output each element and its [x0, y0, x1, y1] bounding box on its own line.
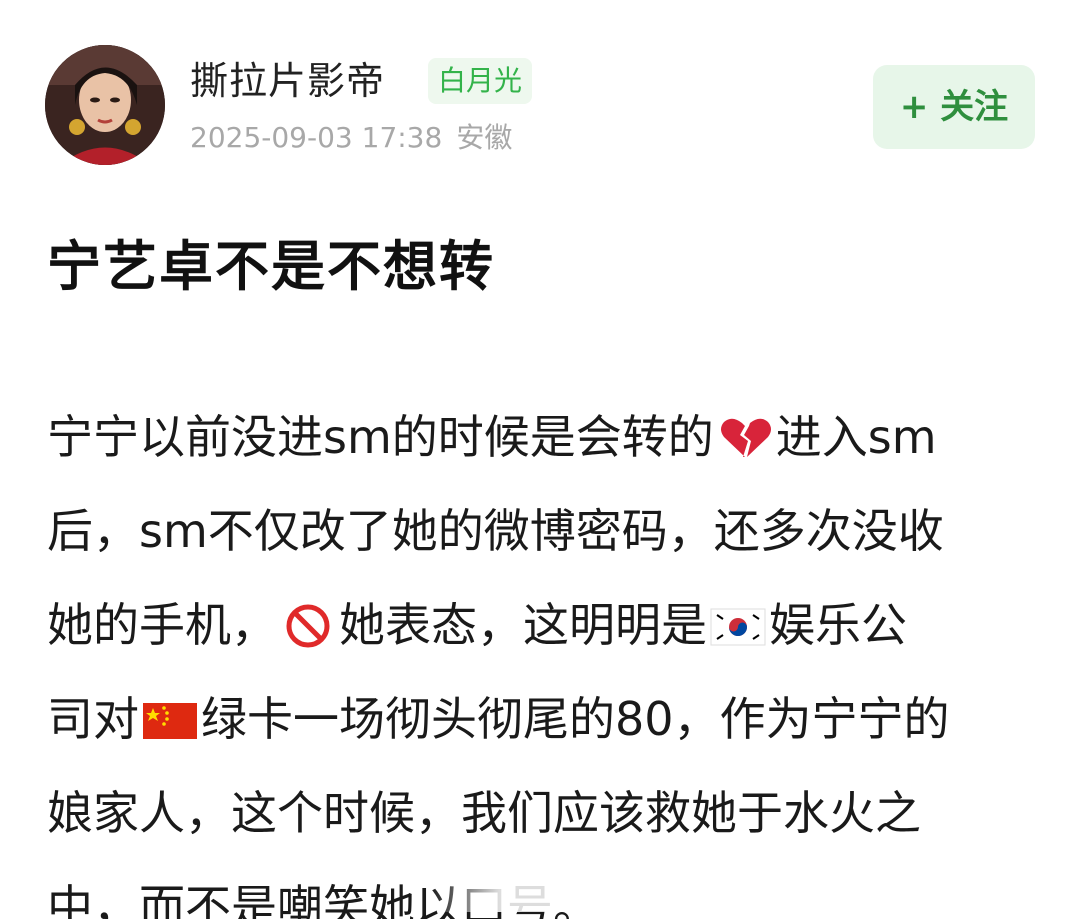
korea-flag-icon [709, 603, 767, 649]
post-meta: 2025-09-03 17:38 安徽 [190, 118, 512, 158]
author-badge: 白月光 [428, 58, 533, 104]
post-timestamp: 2025-09-03 17:38 [190, 121, 443, 154]
body-line-4: 司对 绿卡一场彻头彻尾的80，作为宁宁的 [47, 692, 950, 746]
avatar-photo [45, 45, 165, 165]
body-line-2: 后，sm不仅改了她的微博密码，还多次没收 [47, 504, 944, 558]
body-line-1: 宁宁以前没进sm的时候是会转的 进入sm [47, 410, 937, 464]
post-title: 宁艺卓不是不想转 [47, 235, 495, 298]
broken-heart-icon [716, 415, 774, 461]
follow-button[interactable]: + 关注 [873, 65, 1035, 149]
author-avatar[interactable] [45, 45, 165, 165]
watermark-overlay [430, 872, 660, 912]
body-line-5: 娘家人，这个时候，我们应该救她于水火之 [47, 786, 921, 840]
author-name[interactable]: 撕拉片影帝 [190, 56, 385, 106]
post-location: 安徽 [456, 121, 513, 154]
china-flag-icon [141, 697, 199, 743]
body-line-3: 她的手机， 她表态，这明明是 娱乐公 [47, 598, 907, 652]
post-body: 宁宁以前没进sm的时候是会转的 进入sm 后，sm不仅改了她的微博密码，还多次没… [47, 390, 1047, 919]
prohibited-icon [279, 603, 337, 649]
